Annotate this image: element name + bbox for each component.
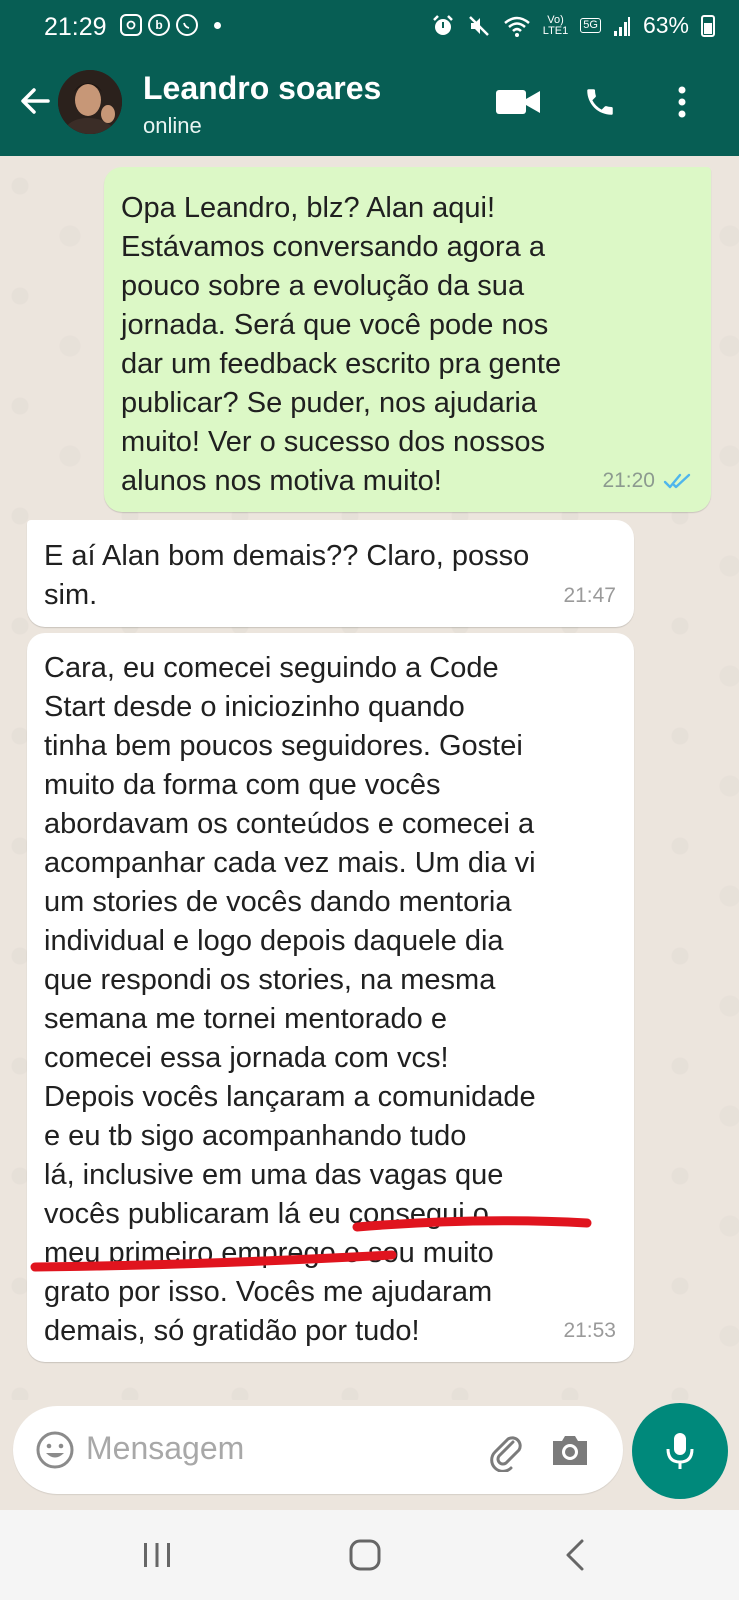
recent-apps-button[interactable]: [132, 1530, 182, 1580]
microphone-icon: [666, 1433, 694, 1469]
message-text: E aí Alan bom demais?? Claro, posso sim.: [44, 540, 530, 611]
whatsapp-icon: [176, 14, 198, 36]
b-icon: b: [148, 14, 170, 36]
voice-call-button[interactable]: [576, 78, 624, 126]
system-navigation-bar: [0, 1510, 739, 1600]
home-icon: [349, 1539, 381, 1571]
message-time: 21:20: [602, 469, 655, 492]
status-bar: 21:29 b Vo) LTE1 5G 63%: [0, 0, 739, 58]
more-options-button[interactable]: [658, 78, 706, 126]
message-text: Opa Leandro, blz? Alan aqui! Estávamos c…: [121, 192, 562, 497]
home-button[interactable]: [340, 1530, 390, 1580]
back-button[interactable]: [14, 80, 56, 122]
battery-percent: 63%: [642, 12, 689, 38]
message-bubble-outgoing[interactable]: Opa Leandro, blz? Alan aqui! Estávamos c…: [104, 167, 711, 512]
signal-icon: [613, 16, 630, 36]
message-time: 21:53: [563, 1319, 616, 1342]
phone-icon: [587, 89, 613, 115]
notification-dot: [214, 21, 221, 29]
emoji-button[interactable]: [33, 1428, 77, 1472]
camera-icon: [553, 1436, 587, 1465]
composer-bar: Mensagem: [0, 1400, 739, 1510]
attach-button[interactable]: [483, 1428, 527, 1473]
status-right-icons: Vo) LTE1 5G 63%: [431, 12, 715, 39]
video-call-button[interactable]: [494, 78, 542, 126]
wifi-icon: [503, 16, 530, 37]
recent-apps-icon: [144, 1543, 170, 1567]
chat-area[interactable]: Opa Leandro, blz? Alan aqui! Estávamos c…: [0, 156, 739, 1400]
video-camera-icon: [496, 90, 540, 114]
message-bubble-incoming[interactable]: Cara, eu comecei seguindo a Code Start d…: [27, 633, 634, 1362]
volte-label-top: Vo): [547, 13, 564, 26]
contact-name[interactable]: Leandro soares: [143, 70, 381, 107]
more-vert-icon: [678, 86, 686, 118]
mute-icon: [468, 15, 489, 36]
volte-icon: Vo) LTE1: [542, 13, 569, 37]
message-placeholder: Mensagem: [86, 1430, 245, 1466]
message-meta: 21:47: [563, 576, 616, 615]
5g-icon: 5G: [580, 18, 601, 33]
network-label: 5G: [583, 19, 598, 31]
voice-record-button[interactable]: [632, 1403, 728, 1499]
message-meta: 21:53: [563, 1311, 616, 1350]
status-left-icons: b: [120, 14, 221, 36]
message-input[interactable]: Mensagem: [13, 1406, 623, 1494]
back-nav-button[interactable]: [550, 1530, 600, 1580]
message-time: 21:47: [563, 584, 616, 607]
arrow-left-icon: [21, 88, 50, 114]
double-check-read-icon: [663, 473, 691, 488]
emoji-icon: [36, 1431, 74, 1469]
alarm-icon: [432, 14, 453, 35]
message-text: Cara, eu comecei seguindo a Code Start d…: [44, 652, 536, 1347]
volte-label-bottom: LTE1: [542, 24, 569, 37]
message-meta: 21:20: [602, 461, 693, 500]
contact-status: online: [143, 113, 202, 138]
chevron-left-icon: [566, 1539, 584, 1571]
battery-icon: [701, 14, 715, 37]
chat-app-bar: Leandro soares online: [0, 58, 739, 156]
message-bubble-incoming[interactable]: E aí Alan bom demais?? Claro, posso sim.…: [27, 520, 634, 627]
paperclip-icon: [490, 1436, 522, 1473]
camera-button[interactable]: [548, 1428, 592, 1472]
status-time: 21:29: [44, 13, 107, 41]
avatar-photo: [58, 70, 122, 134]
top-header: 21:29 b Vo) LTE1 5G 63% Leandro soares o…: [0, 0, 739, 156]
instagram-icon: [120, 14, 142, 36]
avatar[interactable]: [58, 70, 122, 134]
